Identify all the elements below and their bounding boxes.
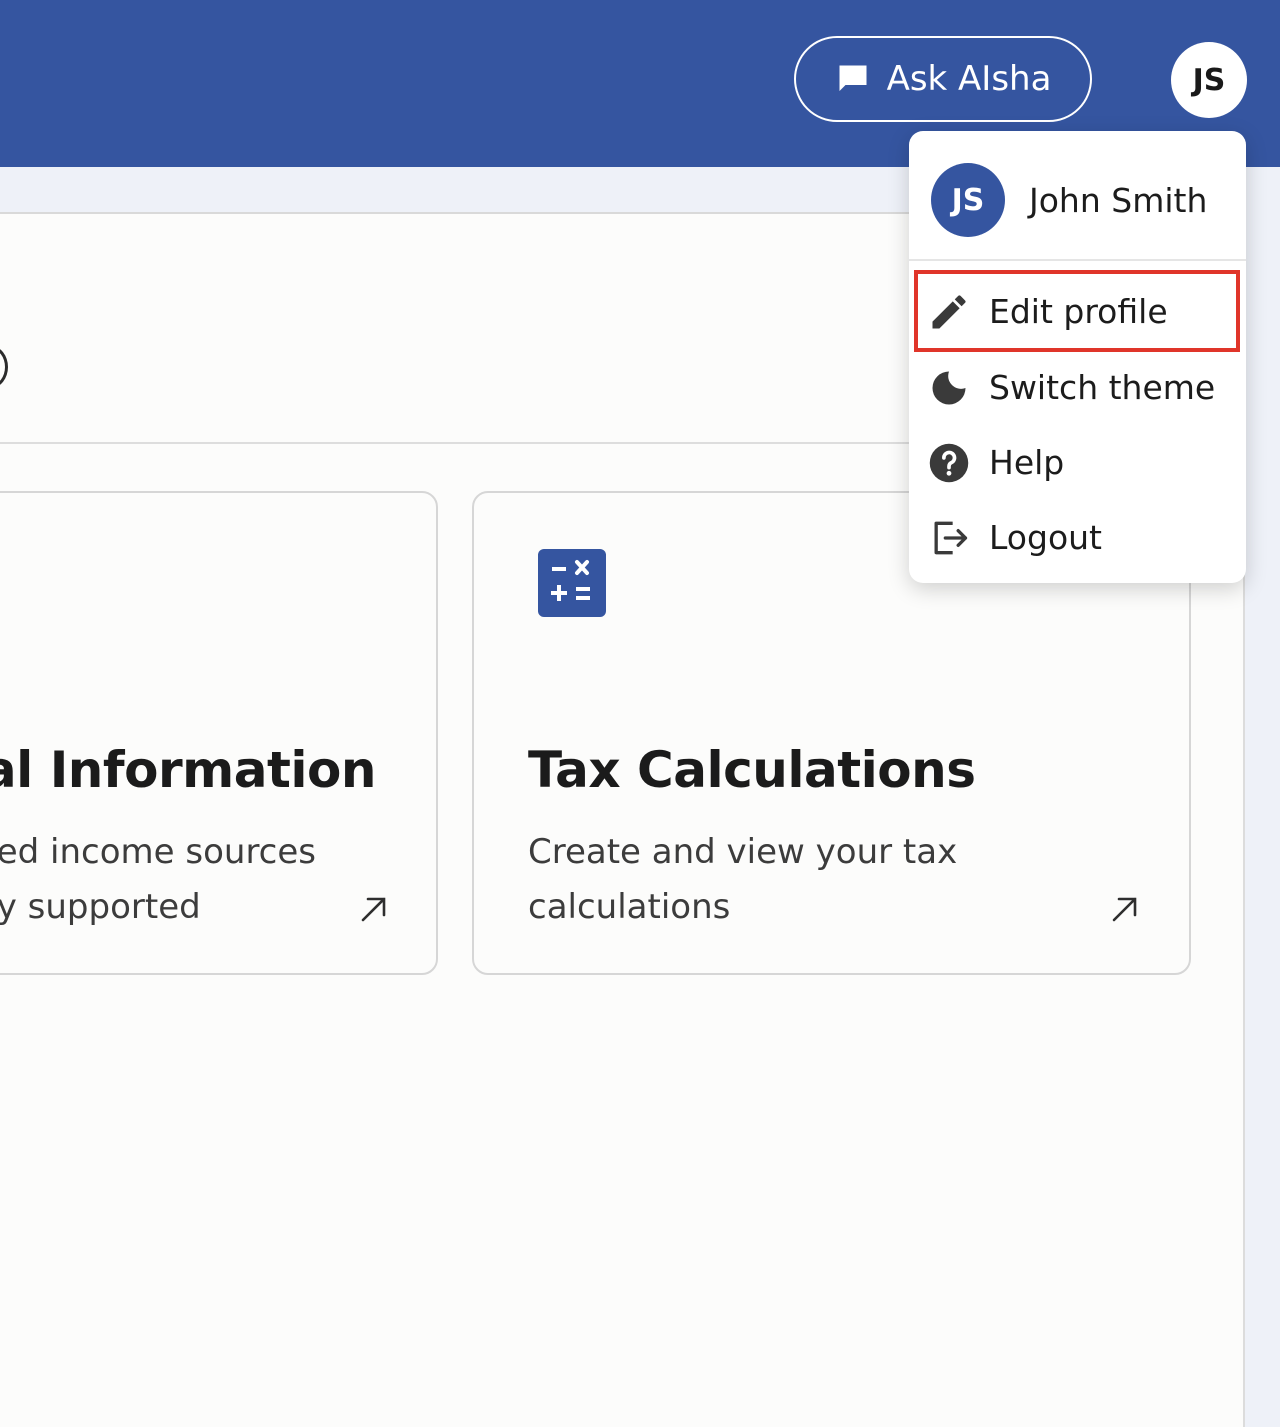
menu-item-logout[interactable]: Logout [909, 500, 1246, 575]
menu-item-label: Logout [989, 518, 1102, 557]
menu-user-name: John Smith [1029, 181, 1208, 220]
arrow-up-right-icon [1112, 897, 1137, 922]
menu-item-help[interactable]: Help [909, 425, 1246, 500]
card-description-line: y supported [0, 887, 201, 927]
arrow-up-right-icon [361, 897, 386, 922]
menu-avatar: JS [931, 163, 1005, 237]
card-title: al Information [0, 741, 377, 799]
card-description: ed income sources y supported [0, 825, 316, 935]
personal-information-card[interactable]: al Information ed income sources y suppo… [0, 491, 438, 975]
section-divider [0, 442, 960, 444]
selection-highlight [914, 270, 1240, 352]
user-avatar-button[interactable]: JS [1171, 42, 1247, 118]
ask-aisha-button[interactable]: Ask AIsha [794, 36, 1092, 122]
calculator-icon [538, 549, 606, 617]
moon-icon [932, 371, 966, 405]
menu-avatar-initials: JS [951, 182, 985, 218]
ask-aisha-label: Ask AIsha [886, 59, 1052, 99]
help-circle-icon [929, 443, 969, 483]
card-description-line: ed income sources [0, 832, 316, 872]
menu-item-label: Switch theme [989, 368, 1216, 407]
card-description: Create and view your tax calculations [528, 832, 958, 927]
user-dropdown-menu: JS John Smith Edit profile Switch theme … [909, 131, 1246, 583]
logout-icon [934, 521, 968, 555]
avatar-initials: JS [1192, 62, 1226, 98]
card-title: Tax Calculations [528, 741, 976, 799]
menu-item-label: Help [989, 443, 1065, 482]
menu-item-switch-theme[interactable]: Switch theme [909, 350, 1246, 425]
menu-user-header: JS John Smith [909, 131, 1246, 261]
chat-bubble-icon [839, 65, 867, 91]
